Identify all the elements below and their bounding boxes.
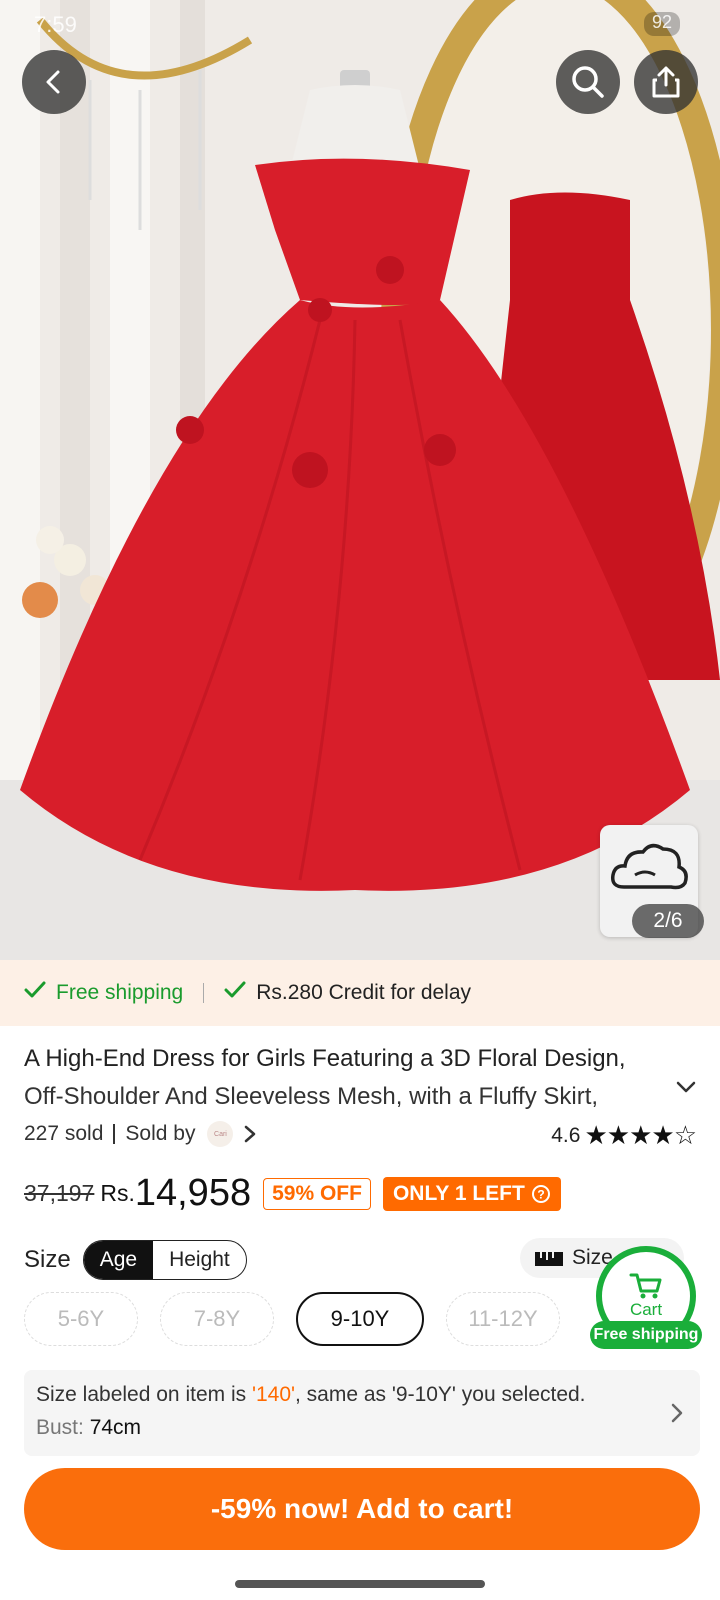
divider — [203, 983, 205, 1003]
currency: Rs. — [100, 1180, 135, 1206]
size-option-11-12y[interactable]: 11-12Y — [446, 1292, 560, 1346]
seller-logo[interactable]: Cari — [207, 1121, 234, 1147]
size-label: Size — [24, 1246, 71, 1273]
cart-free-shipping-badge: Free shipping — [590, 1321, 702, 1349]
delay-credit-text: Rs.280 Credit for delay — [256, 981, 472, 1004]
size-note-highlight: '140' — [251, 1383, 296, 1406]
ruler-icon — [535, 1252, 563, 1266]
size-options: 5-6Y 7-8Y 9-10Y 11-12Y — [24, 1292, 560, 1346]
chevron-down-icon — [676, 1081, 696, 1093]
sold-by-label: Sold by — [125, 1122, 196, 1145]
add-to-cart-button[interactable]: -59% now! Add to cart! — [24, 1468, 700, 1550]
size-option-7-8y[interactable]: 7-8Y — [160, 1292, 274, 1346]
chevron-right-icon — [245, 1125, 256, 1143]
product-title: A High-End Dress for Girls Featuring a 3… — [24, 1040, 664, 1116]
size-unit-toggle[interactable]: Age Height — [82, 1240, 247, 1280]
sold-count: 227 sold — [24, 1122, 104, 1145]
back-button[interactable] — [22, 50, 86, 114]
shipping-info-bar[interactable]: Free shipping Rs.280 Credit for delay — [0, 960, 720, 1026]
expand-title-button[interactable] — [676, 1080, 696, 1098]
stock-badge[interactable]: ONLY 1 LEFT ? — [382, 1176, 561, 1211]
original-price: 37,197 — [24, 1180, 95, 1206]
chevron-right-icon — [671, 1403, 683, 1423]
battery-indicator: 92 — [643, 12, 680, 36]
title-line-1: A High-End Dress for Girls Featuring a 3… — [24, 1045, 626, 1072]
size-note-pre: Size labeled on item is — [36, 1383, 252, 1406]
size-option-5-6y[interactable]: 5-6Y — [24, 1292, 138, 1346]
check-icon — [24, 981, 46, 1005]
tab-height[interactable]: Height — [153, 1241, 246, 1279]
search-button[interactable] — [556, 50, 620, 114]
cloud-logo-icon — [610, 843, 688, 890]
size-note-post: , same as '9-10Y' you selected. — [295, 1383, 586, 1406]
size-info-card[interactable]: Size labeled on item is '140', same as '… — [24, 1370, 700, 1456]
size-option-9-10y[interactable]: 9-10Y — [296, 1292, 424, 1346]
size-match-text: Size labeled on item is '140', same as '… — [36, 1380, 688, 1410]
check-icon — [224, 981, 246, 1005]
star-rating-icon: ★★★★☆ — [584, 1120, 697, 1150]
discount-badge: 59% OFF — [263, 1177, 371, 1210]
chevron-left-icon — [46, 70, 60, 94]
search-icon — [572, 66, 604, 98]
share-icon — [652, 66, 680, 98]
tab-age[interactable]: Age — [83, 1241, 154, 1279]
product-image[interactable]: 7:59 92 2/6 — [0, 0, 720, 960]
cart-label: Cart — [629, 1300, 663, 1319]
floating-cart-button[interactable]: Cart Free shipping — [590, 1246, 702, 1358]
svg-text:?: ? — [537, 1187, 544, 1201]
share-button[interactable] — [634, 50, 698, 114]
rating[interactable]: 4.6 ★★★★☆ — [551, 1120, 697, 1151]
title-line-2: Off-Shoulder And Sleeveless Mesh, with a… — [24, 1083, 599, 1110]
bust-measure: Bust: 74cm — [36, 1416, 688, 1440]
sales-seller-row[interactable]: 227 sold Sold by Cari — [24, 1121, 257, 1147]
price-row: 37,197 Rs. 14,958 59% OFF ONLY 1 LEFT ? — [24, 1172, 561, 1215]
bust-label: Bust: — [36, 1416, 84, 1439]
image-counter: 2/6 — [632, 904, 704, 938]
home-indicator[interactable] — [235, 1580, 485, 1588]
cart-icon — [629, 1273, 662, 1299]
status-time: 7:59 — [34, 12, 77, 37]
stock-text: ONLY 1 LEFT — [392, 1181, 525, 1205]
divider — [113, 1124, 116, 1144]
rating-value: 4.6 — [551, 1123, 581, 1147]
dress-photo — [0, 0, 720, 960]
bust-value: 74cm — [89, 1416, 142, 1439]
help-icon: ? — [531, 1184, 550, 1203]
free-shipping-text: Free shipping — [56, 981, 184, 1004]
status-bar: 7:59 92 — [34, 12, 680, 37]
current-price: 14,958 — [134, 1172, 252, 1214]
